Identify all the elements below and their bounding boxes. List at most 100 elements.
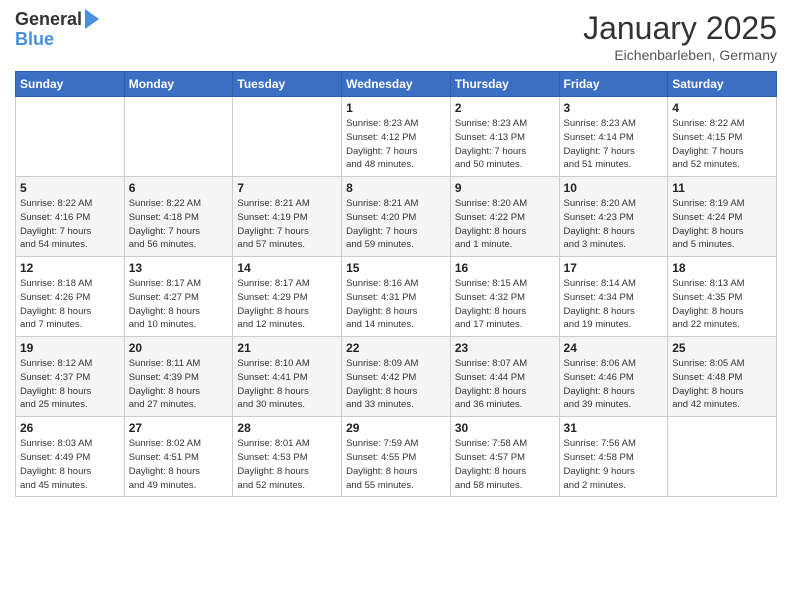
day-info: Sunrise: 8:06 AM Sunset: 4:46 PM Dayligh…: [564, 357, 664, 412]
calendar-cell: 6Sunrise: 8:22 AM Sunset: 4:18 PM Daylig…: [124, 177, 233, 257]
day-number: 24: [564, 341, 664, 355]
page-header: General Blue January 2025 Eichenbarleben…: [15, 10, 777, 63]
calendar-cell: 25Sunrise: 8:05 AM Sunset: 4:48 PM Dayli…: [668, 337, 777, 417]
day-info: Sunrise: 8:20 AM Sunset: 4:23 PM Dayligh…: [564, 197, 664, 252]
day-info: Sunrise: 8:01 AM Sunset: 4:53 PM Dayligh…: [237, 437, 337, 492]
day-number: 18: [672, 261, 772, 275]
day-number: 15: [346, 261, 446, 275]
calendar-week-row: 1Sunrise: 8:23 AM Sunset: 4:12 PM Daylig…: [16, 97, 777, 177]
calendar-cell: 10 Sunrise: 8:20 AM Sunset: 4:23 PM Dayli…: [559, 177, 668, 257]
day-info: Sunrise: 8:23 AM Sunset: 4:12 PM Dayligh…: [346, 117, 446, 172]
calendar-cell: 21 Sunrise: 8:10 AM Sunset: 4:41 PM Dayli…: [233, 337, 342, 417]
day-info: Sunrise: 8:02 AM Sunset: 4:51 PM Dayligh…: [129, 437, 229, 492]
day-number: 22: [346, 341, 446, 355]
calendar-week-row: 12Sunrise: 8:18 AM Sunset: 4:26 PM Dayli…: [16, 257, 777, 337]
day-number: 16: [455, 261, 555, 275]
day-number: 11: [672, 181, 772, 195]
calendar-cell: 31 Sunrise: 7:56 AM Sunset: 4:58 PM Dayli…: [559, 417, 668, 497]
day-info: Sunrise: 7:58 AM Sunset: 4:57 PM Dayligh…: [455, 437, 555, 492]
day-info: Sunrise: 7:56 AM Sunset: 4:58 PM Dayligh…: [564, 437, 664, 492]
weekday-header-saturday: Saturday: [668, 72, 777, 97]
day-number: 2: [455, 101, 555, 115]
calendar-cell: 20 Sunrise: 8:11 AM Sunset: 4:39 PM Dayli…: [124, 337, 233, 417]
calendar-week-row: 5Sunrise: 8:22 AM Sunset: 4:16 PM Daylig…: [16, 177, 777, 257]
day-info: Sunrise: 8:03 AM Sunset: 4:49 PM Dayligh…: [20, 437, 120, 492]
day-info: Sunrise: 8:20 AM Sunset: 4:22 PM Dayligh…: [455, 197, 555, 252]
calendar-week-row: 26Sunrise: 8:03 AM Sunset: 4:49 PM Dayli…: [16, 417, 777, 497]
weekday-header-friday: Friday: [559, 72, 668, 97]
day-info: Sunrise: 8:21 AM Sunset: 4:20 PM Dayligh…: [346, 197, 446, 252]
day-number: 9: [455, 181, 555, 195]
calendar-cell: [668, 417, 777, 497]
calendar-cell: 16 Sunrise: 8:15 AM Sunset: 4:32 PM Dayli…: [450, 257, 559, 337]
day-info: Sunrise: 8:21 AM Sunset: 4:19 PM Dayligh…: [237, 197, 337, 252]
calendar-cell: [16, 97, 125, 177]
day-number: 20: [129, 341, 229, 355]
day-number: 14: [237, 261, 337, 275]
calendar-cell: 29Sunrise: 7:59 AM Sunset: 4:55 PM Dayli…: [342, 417, 451, 497]
calendar-cell: 30Sunrise: 7:58 AM Sunset: 4:57 PM Dayli…: [450, 417, 559, 497]
day-number: 12: [20, 261, 120, 275]
location-text: Eichenbarleben, Germany: [583, 47, 777, 63]
day-info: Sunrise: 8:17 AM Sunset: 4:29 PM Dayligh…: [237, 277, 337, 332]
calendar-cell: [124, 97, 233, 177]
calendar-cell: 15 Sunrise: 8:16 AM Sunset: 4:31 PM Dayli…: [342, 257, 451, 337]
calendar-cell: 13 Sunrise: 8:17 AM Sunset: 4:27 PM Dayli…: [124, 257, 233, 337]
day-number: 28: [237, 421, 337, 435]
day-number: 17: [564, 261, 664, 275]
day-info: Sunrise: 8:22 AM Sunset: 4:15 PM Dayligh…: [672, 117, 772, 172]
day-info: Sunrise: 8:15 AM Sunset: 4:32 PM Dayligh…: [455, 277, 555, 332]
day-info: Sunrise: 8:16 AM Sunset: 4:31 PM Dayligh…: [346, 277, 446, 332]
day-info: Sunrise: 8:23 AM Sunset: 4:14 PM Dayligh…: [564, 117, 664, 172]
day-info: Sunrise: 8:11 AM Sunset: 4:39 PM Dayligh…: [129, 357, 229, 412]
weekday-header-row: SundayMondayTuesdayWednesdayThursdayFrid…: [16, 72, 777, 97]
calendar-cell: 18Sunrise: 8:13 AM Sunset: 4:35 PM Dayli…: [668, 257, 777, 337]
calendar-cell: 3 Sunrise: 8:23 AM Sunset: 4:14 PM Daylig…: [559, 97, 668, 177]
calendar-cell: 28 Sunrise: 8:01 AM Sunset: 4:53 PM Dayli…: [233, 417, 342, 497]
calendar-cell: 22 Sunrise: 8:09 AM Sunset: 4:42 PM Dayli…: [342, 337, 451, 417]
day-number: 10: [564, 181, 664, 195]
calendar-cell: [233, 97, 342, 177]
calendar-cell: 4 Sunrise: 8:22 AM Sunset: 4:15 PM Daylig…: [668, 97, 777, 177]
page-container: General Blue January 2025 Eichenbarleben…: [0, 0, 792, 507]
calendar-cell: 17Sunrise: 8:14 AM Sunset: 4:34 PM Dayli…: [559, 257, 668, 337]
weekday-header-tuesday: Tuesday: [233, 72, 342, 97]
calendar-cell: 23 Sunrise: 8:07 AM Sunset: 4:44 PM Dayli…: [450, 337, 559, 417]
calendar-cell: 14 Sunrise: 8:17 AM Sunset: 4:29 PM Dayli…: [233, 257, 342, 337]
day-info: Sunrise: 8:23 AM Sunset: 4:13 PM Dayligh…: [455, 117, 555, 172]
calendar-cell: 11 Sunrise: 8:19 AM Sunset: 4:24 PM Dayli…: [668, 177, 777, 257]
day-info: Sunrise: 8:09 AM Sunset: 4:42 PM Dayligh…: [346, 357, 446, 412]
day-number: 23: [455, 341, 555, 355]
day-number: 27: [129, 421, 229, 435]
day-number: 31: [564, 421, 664, 435]
calendar-cell: 1Sunrise: 8:23 AM Sunset: 4:12 PM Daylig…: [342, 97, 451, 177]
day-number: 25: [672, 341, 772, 355]
day-number: 29: [346, 421, 446, 435]
calendar-table: SundayMondayTuesdayWednesdayThursdayFrid…: [15, 71, 777, 497]
calendar-week-row: 19Sunrise: 8:12 AM Sunset: 4:37 PM Dayli…: [16, 337, 777, 417]
month-title: January 2025: [583, 10, 777, 47]
day-number: 21: [237, 341, 337, 355]
day-info: Sunrise: 8:07 AM Sunset: 4:44 PM Dayligh…: [455, 357, 555, 412]
calendar-cell: 5Sunrise: 8:22 AM Sunset: 4:16 PM Daylig…: [16, 177, 125, 257]
weekday-header-monday: Monday: [124, 72, 233, 97]
day-number: 19: [20, 341, 120, 355]
day-info: Sunrise: 8:10 AM Sunset: 4:41 PM Dayligh…: [237, 357, 337, 412]
day-number: 3: [564, 101, 664, 115]
title-block: January 2025 Eichenbarleben, Germany: [583, 10, 777, 63]
day-number: 4: [672, 101, 772, 115]
day-number: 13: [129, 261, 229, 275]
day-number: 5: [20, 181, 120, 195]
day-info: Sunrise: 8:17 AM Sunset: 4:27 PM Dayligh…: [129, 277, 229, 332]
day-info: Sunrise: 8:19 AM Sunset: 4:24 PM Dayligh…: [672, 197, 772, 252]
logo: General Blue: [15, 10, 99, 50]
calendar-cell: 27 Sunrise: 8:02 AM Sunset: 4:51 PM Dayli…: [124, 417, 233, 497]
weekday-header-wednesday: Wednesday: [342, 72, 451, 97]
calendar-cell: 12Sunrise: 8:18 AM Sunset: 4:26 PM Dayli…: [16, 257, 125, 337]
calendar-cell: 8Sunrise: 8:21 AM Sunset: 4:20 PM Daylig…: [342, 177, 451, 257]
calendar-cell: 26Sunrise: 8:03 AM Sunset: 4:49 PM Dayli…: [16, 417, 125, 497]
day-number: 7: [237, 181, 337, 195]
logo-text-blue: Blue: [15, 30, 54, 50]
logo-text-general: General: [15, 10, 82, 30]
logo-arrow-icon: [85, 9, 99, 29]
